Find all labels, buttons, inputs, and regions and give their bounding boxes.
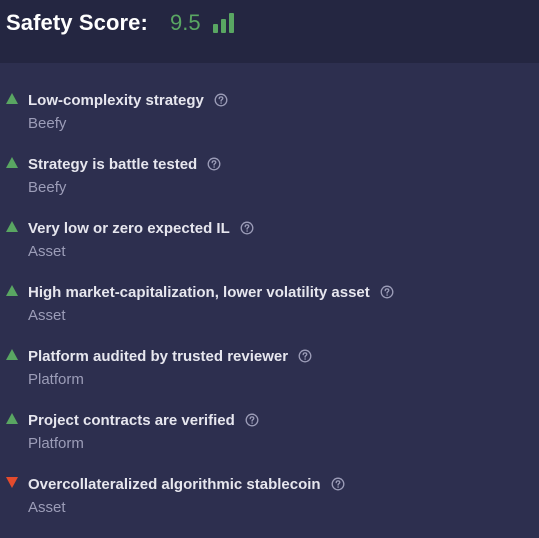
safety-factor-label-row: Strategy is battle tested — [28, 153, 221, 175]
safety-factor-label-row: Project contracts are verified — [28, 409, 259, 431]
safety-factor-source: Asset — [28, 243, 66, 260]
safety-factor-item: Overcollateralized algorithmic stablecoi… — [0, 470, 539, 534]
safety-factor-label: Strategy is battle tested — [28, 155, 198, 173]
safety-factor-source: Beefy — [28, 179, 67, 196]
safety-factor-label-row: Low-complexity strategy — [28, 89, 228, 111]
safety-factor-source: Platform — [28, 371, 84, 388]
safety-factor-label-row: High market-capitalization, lower volati… — [28, 281, 394, 303]
safety-factor-source: Asset — [28, 499, 66, 516]
triangle-up-icon — [6, 93, 18, 104]
safety-factor-item: High market-capitalization, lower volati… — [0, 278, 539, 342]
safety-factor-item: Very low or zero expected IL Asset — [0, 214, 539, 278]
triangle-up-icon — [6, 285, 18, 296]
safety-factor-label-row: Very low or zero expected IL — [28, 217, 254, 239]
triangle-up-icon — [6, 349, 18, 360]
safety-factor-list: Low-complexity strategy Beefy Strategy is … — [0, 86, 539, 534]
triangle-up-icon — [6, 413, 18, 424]
safety-score-header: Safety Score: 9.5 — [0, 0, 539, 63]
safety-factor-label: Overcollateralized algorithmic stablecoi… — [28, 475, 321, 493]
help-circle-icon[interactable] — [331, 477, 345, 491]
safety-score-title: Safety Score: — [6, 10, 148, 35]
safety-factor-label: Project contracts are verified — [28, 411, 235, 429]
safety-factor-source: Beefy — [28, 115, 67, 132]
help-circle-icon[interactable] — [245, 413, 259, 427]
help-circle-icon[interactable] — [380, 285, 394, 299]
safety-factor-item: Strategy is battle tested Beefy — [0, 150, 539, 214]
safety-factor-source: Platform — [28, 435, 84, 452]
safety-factor-item: Low-complexity strategy Beefy — [0, 86, 539, 150]
safety-factor-label: Low-complexity strategy — [28, 91, 204, 109]
triangle-up-icon — [6, 157, 18, 168]
triangle-down-icon — [6, 477, 18, 488]
help-circle-icon[interactable] — [240, 221, 254, 235]
safety-factor-label-row: Overcollateralized algorithmic stablecoi… — [28, 473, 345, 495]
safety-factor-label-row: Platform audited by trusted reviewer — [28, 345, 312, 367]
safety-factor-label: High market-capitalization, lower volati… — [28, 283, 370, 301]
safety-factor-item: Platform audited by trusted reviewer Plat… — [0, 342, 539, 406]
safety-factor-label: Platform audited by trusted reviewer — [28, 347, 289, 365]
help-circle-icon[interactable] — [207, 157, 221, 171]
help-circle-icon[interactable] — [214, 93, 228, 107]
safety-factor-item: Project contracts are verified Platform — [0, 406, 539, 470]
safety-factor-source: Asset — [28, 307, 66, 324]
signal-bars-icon — [213, 13, 237, 33]
triangle-up-icon — [6, 221, 18, 232]
help-circle-icon[interactable] — [298, 349, 312, 363]
safety-factor-label: Very low or zero expected IL — [28, 219, 230, 237]
safety-score-value: 9.5 — [170, 10, 201, 35]
